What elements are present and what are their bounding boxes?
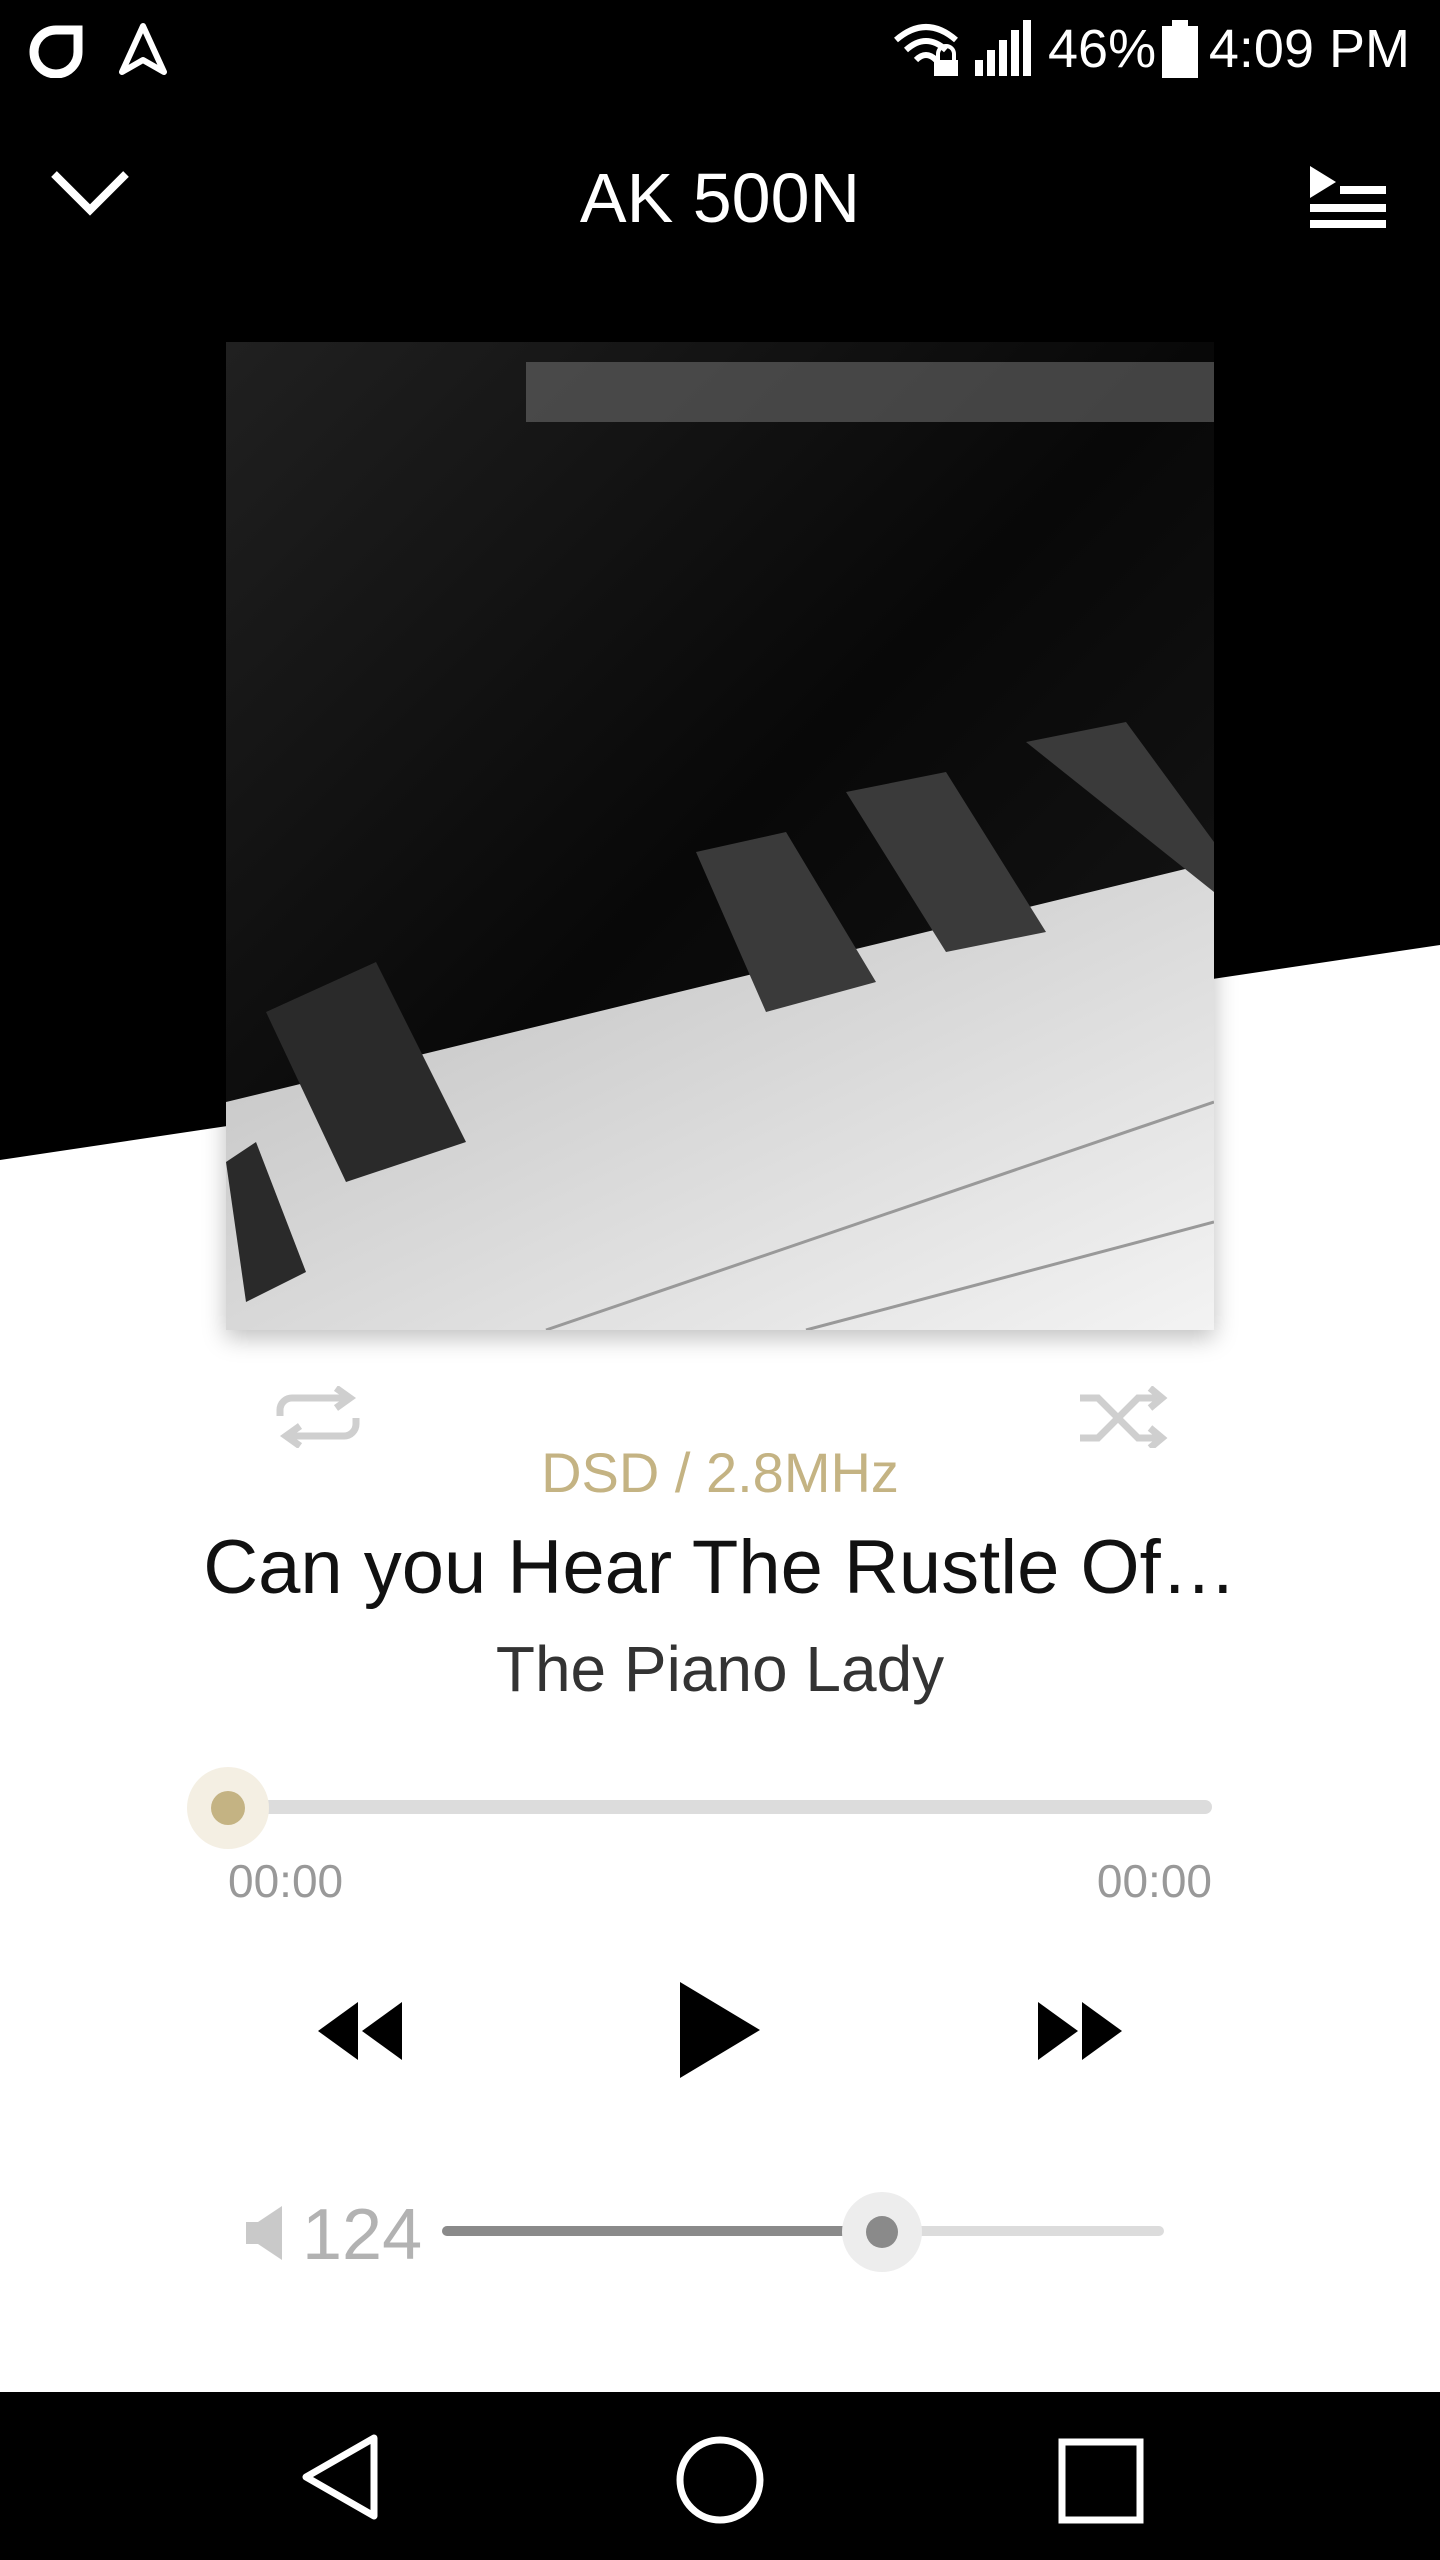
progress-bar[interactable] bbox=[228, 1800, 1212, 1814]
ring-icon bbox=[29, 25, 83, 78]
shuffle-icon[interactable] bbox=[1078, 1386, 1168, 1448]
app-header: AK 500N bbox=[0, 100, 1440, 300]
fast-forward-icon[interactable] bbox=[1036, 2000, 1124, 2062]
now-playing-list-icon[interactable] bbox=[1306, 162, 1390, 228]
status-bar: 46% 4:09 PM bbox=[0, 0, 1440, 100]
volume-value: 124 bbox=[302, 2195, 423, 2275]
recents-icon[interactable] bbox=[1058, 2438, 1144, 2524]
system-nav-bar bbox=[0, 2392, 1440, 2560]
wifi-lock-icon bbox=[894, 24, 958, 76]
total-time: 00:00 bbox=[1096, 1855, 1212, 1907]
album-art bbox=[226, 342, 1214, 1330]
rewind-icon[interactable] bbox=[316, 2000, 404, 2062]
play-icon[interactable] bbox=[678, 1980, 762, 2080]
battery-icon bbox=[1162, 20, 1198, 78]
progress-thumb[interactable] bbox=[211, 1791, 245, 1825]
repeat-icon[interactable] bbox=[272, 1386, 364, 1448]
clock: 4:09 PM bbox=[1208, 19, 1410, 79]
home-icon[interactable] bbox=[674, 2434, 766, 2526]
battery-percent: 46% bbox=[1048, 19, 1157, 79]
track-title: Can you Hear The Rustle Of… bbox=[203, 1525, 1237, 1610]
volume-fill bbox=[442, 2226, 883, 2236]
signal-icon bbox=[975, 20, 1031, 76]
elapsed-time: 00:00 bbox=[228, 1855, 344, 1907]
speaker-icon bbox=[246, 2206, 282, 2260]
navigation-arrow-icon bbox=[119, 23, 167, 75]
audio-format: DSD / 2.8MHz bbox=[541, 1441, 899, 1504]
track-artist: The Piano Lady bbox=[495, 1633, 945, 1705]
page-title: AK 500N bbox=[579, 159, 861, 237]
back-icon[interactable] bbox=[300, 2434, 380, 2520]
